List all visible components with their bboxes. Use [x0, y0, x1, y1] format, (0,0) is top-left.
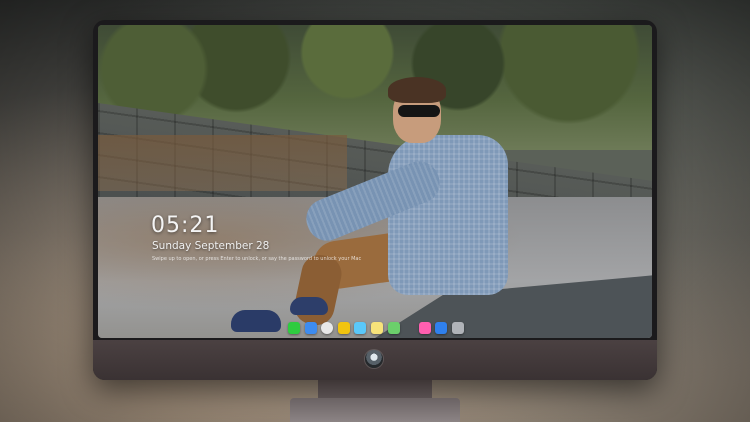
- camera-icon[interactable]: [451, 321, 464, 334]
- dock: [288, 320, 464, 335]
- music-icon[interactable]: [418, 321, 431, 334]
- screen: 05:21 Sunday September 28 Swipe up to op…: [98, 25, 652, 338]
- sunglasses: [398, 105, 440, 117]
- monitor-chin: [93, 340, 657, 380]
- brand-logo-icon: [365, 350, 383, 368]
- monitor: 05:21 Sunday September 28 Swipe up to op…: [93, 20, 657, 380]
- wallpaper-person: [98, 25, 652, 338]
- app-store-icon[interactable]: [435, 321, 448, 334]
- maps-icon[interactable]: [387, 321, 400, 334]
- finder-icon[interactable]: [304, 321, 317, 334]
- person-hair: [388, 77, 446, 103]
- messages-icon[interactable]: [288, 321, 300, 334]
- unlock-hint: Swipe up to open, or press Enter to unlo…: [152, 256, 362, 262]
- files-icon[interactable]: [354, 321, 367, 334]
- lock-date: Sunday September 28: [152, 240, 270, 252]
- person-shirt: [388, 135, 508, 295]
- lock-clock: 05:21: [151, 213, 220, 238]
- monitor-stand-foot: [290, 398, 460, 422]
- photos-icon[interactable]: [337, 321, 350, 334]
- person-shoe-left: [231, 310, 281, 332]
- clock-icon[interactable]: [321, 321, 334, 334]
- notes-icon[interactable]: [370, 321, 383, 334]
- person-shoe-right: [290, 297, 328, 315]
- person-leg: [291, 251, 345, 329]
